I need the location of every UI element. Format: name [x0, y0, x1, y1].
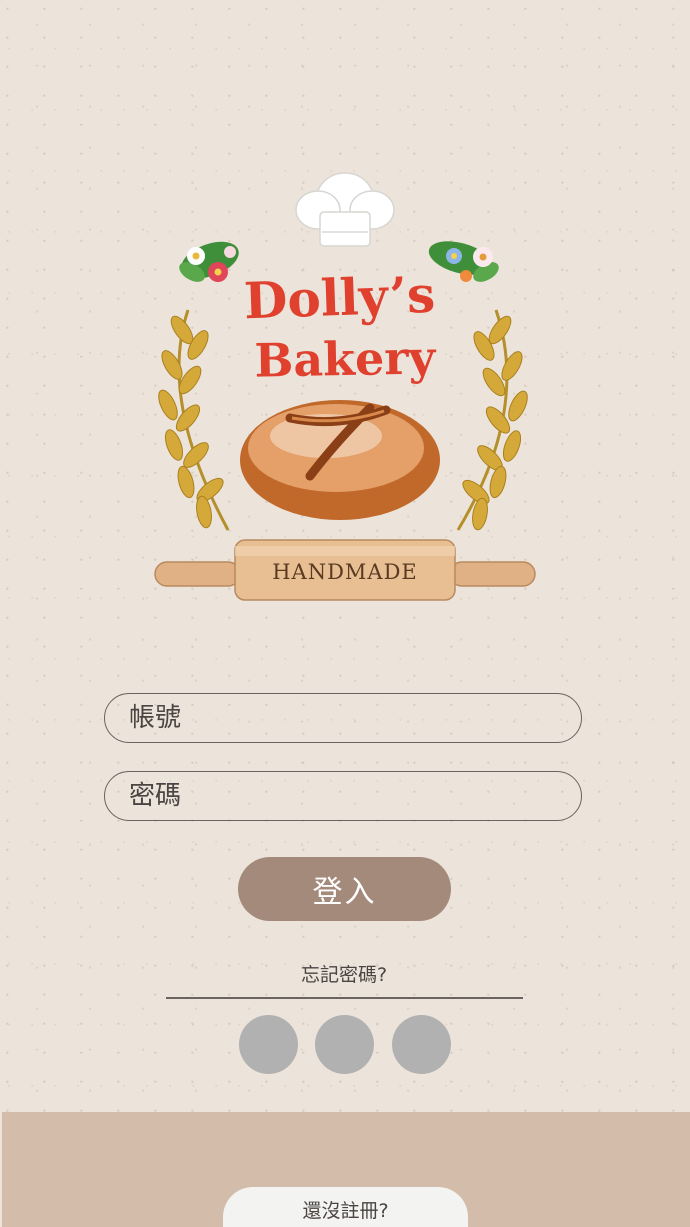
account-input[interactable]	[104, 693, 582, 743]
chef-hat-icon	[295, 172, 395, 247]
bread-loaf-icon	[240, 400, 440, 520]
social-login-button-3[interactable]	[392, 1015, 451, 1074]
divider-line	[166, 997, 523, 999]
register-link[interactable]: 還沒註冊?	[223, 1187, 468, 1227]
social-login-button-1[interactable]	[239, 1015, 298, 1074]
brand-name-line1: Dolly’s	[243, 265, 436, 331]
login-button[interactable]: 登入	[238, 857, 451, 921]
bakery-logo: Dolly’s Bakery HANDMADE	[140, 160, 550, 610]
left-flower-cluster-icon	[179, 241, 239, 282]
right-flower-cluster-icon	[428, 241, 499, 282]
left-wheat-icon	[158, 309, 230, 531]
password-input[interactable]	[104, 771, 582, 821]
forgot-password-link[interactable]: 忘記密碼?	[166, 960, 522, 987]
brand-name-line2: Bakery	[254, 330, 437, 387]
handmade-label: HANDMADE	[272, 560, 418, 584]
social-login-button-2[interactable]	[315, 1015, 374, 1074]
right-wheat-icon	[456, 309, 528, 531]
